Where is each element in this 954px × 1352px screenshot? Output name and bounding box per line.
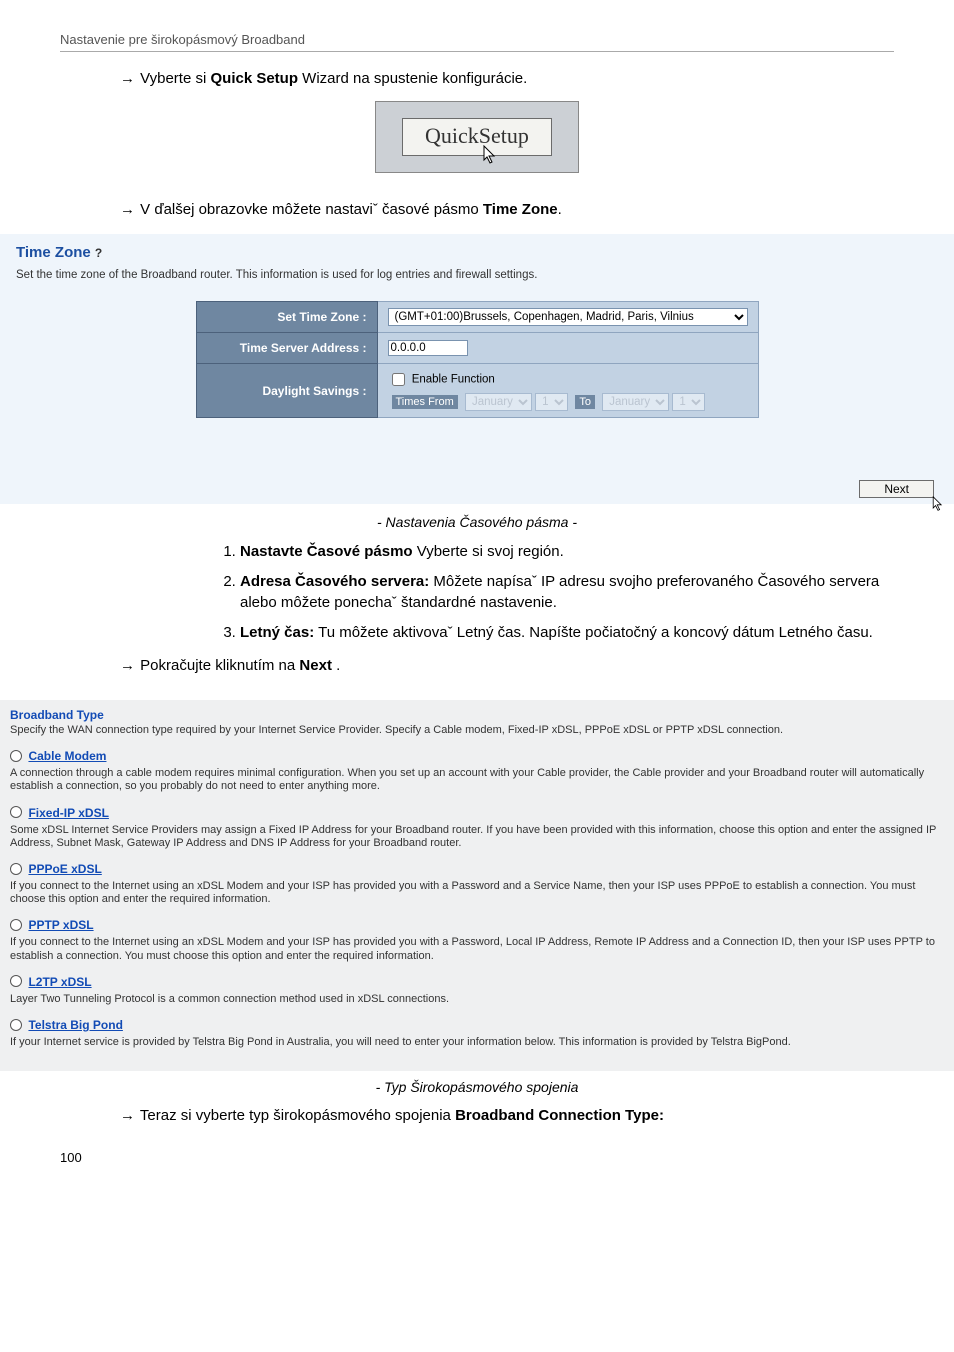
option-l2tp-xdsl: L2TP xDSL bbox=[10, 973, 944, 991]
option-link[interactable]: Fixed-IP xDSL bbox=[28, 806, 108, 820]
time-server-input[interactable] bbox=[388, 340, 468, 356]
enable-label: Enable Function bbox=[412, 374, 495, 386]
quicksetup-panel: QuickSetup bbox=[375, 101, 579, 173]
option-link[interactable]: Telstra Big Pond bbox=[28, 1018, 122, 1032]
option-pptp-xdsl: PPTP xDSL bbox=[10, 916, 944, 934]
list-item: Adresa Časového servera: Môžete napísaˇ … bbox=[240, 572, 894, 613]
instruction-line-2: → V ďalšej obrazovke môžete nastaviˇ čas… bbox=[120, 201, 894, 218]
doc-header: Nastavenie pre širokopásmový Broadband bbox=[60, 32, 894, 52]
list-item: Nastavte Časové pásmo Vyberte si svoj re… bbox=[240, 542, 894, 562]
instruction-line-4: → Teraz si vyberte typ širokopásmového s… bbox=[120, 1107, 894, 1124]
from-day-select[interactable]: 1 bbox=[535, 393, 568, 411]
text-bold: Quick Setup bbox=[210, 70, 298, 87]
text: Time Zone bbox=[16, 244, 95, 261]
timezone-subtitle: Set the time zone of the Broadband route… bbox=[16, 269, 938, 281]
radio-icon[interactable] bbox=[10, 750, 22, 762]
option-desc: Some xDSL Internet Service Providers may… bbox=[10, 824, 944, 850]
option-pppoe-xdsl: PPPoE xDSL bbox=[10, 860, 944, 878]
from-month-select[interactable]: January bbox=[465, 393, 532, 411]
broadband-caption: - Typ Širokopásmového spojenia bbox=[60, 1079, 894, 1095]
item-lead: Letný čas: bbox=[240, 624, 314, 641]
timezone-table: Set Time Zone : (GMT+01:00)Brussels, Cop… bbox=[196, 301, 759, 418]
text: . bbox=[558, 201, 562, 218]
radio-icon[interactable] bbox=[10, 863, 22, 875]
option-cable-modem: Cable Modem bbox=[10, 747, 944, 765]
set-timezone-select[interactable]: (GMT+01:00)Brussels, Copenhagen, Madrid,… bbox=[388, 308, 748, 326]
option-fixed-ip-xdsl: Fixed-IP xDSL bbox=[10, 804, 944, 822]
arrow-icon: → bbox=[120, 201, 136, 218]
option-link[interactable]: L2TP xDSL bbox=[28, 975, 91, 989]
item-rest: Vyberte si svoj región. bbox=[413, 543, 564, 560]
enable-daylight-checkbox[interactable] bbox=[392, 373, 405, 386]
text-bold: Time Zone bbox=[483, 201, 558, 218]
text: Teraz si vyberte typ širokopásmového spo… bbox=[140, 1107, 455, 1124]
arrow-icon: → bbox=[120, 657, 136, 674]
option-desc: If you connect to the Internet using an … bbox=[10, 880, 944, 906]
option-telstra-bigpond: Telstra Big Pond bbox=[10, 1016, 944, 1034]
quicksetup-button[interactable]: QuickSetup bbox=[402, 118, 552, 156]
next-button[interactable]: Next bbox=[859, 480, 934, 498]
option-link[interactable]: PPTP xDSL bbox=[28, 918, 93, 932]
option-desc: Layer Two Tunneling Protocol is a common… bbox=[10, 993, 944, 1006]
numbered-list: Nastavte Časové pásmo Vyberte si svoj re… bbox=[220, 542, 894, 643]
radio-icon[interactable] bbox=[10, 919, 22, 931]
to-month-select[interactable]: January bbox=[602, 393, 669, 411]
text-bold: Next bbox=[299, 657, 332, 674]
set-timezone-label: Set Time Zone : bbox=[196, 302, 377, 333]
text: . bbox=[332, 657, 340, 674]
arrow-icon: → bbox=[120, 70, 136, 87]
cursor-icon bbox=[483, 145, 497, 165]
quicksetup-label: QuickSetup bbox=[425, 123, 529, 148]
option-desc: If your Internet service is provided by … bbox=[10, 1036, 944, 1049]
option-desc: A connection through a cable modem requi… bbox=[10, 767, 944, 793]
broadband-heading: Broadband Type bbox=[10, 708, 944, 722]
timezone-panel: Time Zone ? Set the time zone of the Bro… bbox=[0, 234, 954, 504]
instruction-line-3: → Pokračujte kliknutím na Next . bbox=[120, 657, 894, 674]
text: Pokračujte kliknutím na bbox=[140, 657, 299, 674]
broadband-heading-desc: Specify the WAN connection type required… bbox=[10, 724, 944, 737]
arrow-icon: → bbox=[120, 1107, 136, 1124]
time-server-label: Time Server Address : bbox=[196, 333, 377, 364]
list-item: Letný čas: Tu môžete aktivovaˇ Letný čas… bbox=[240, 623, 894, 643]
cursor-icon bbox=[932, 496, 944, 512]
to-label: To bbox=[575, 395, 595, 409]
text: V ďalšej obrazovke môžete nastaviˇ časov… bbox=[140, 201, 483, 218]
radio-icon[interactable] bbox=[10, 975, 22, 987]
text-bold: Broadband Connection Type: bbox=[455, 1107, 664, 1124]
daylight-label: Daylight Savings : bbox=[196, 364, 377, 418]
timezone-caption: - Nastavenia Časového pásma - bbox=[60, 514, 894, 530]
radio-icon[interactable] bbox=[10, 806, 22, 818]
to-day-select[interactable]: 1 bbox=[672, 393, 705, 411]
option-desc: If you connect to the Internet using an … bbox=[10, 936, 944, 962]
instruction-line-1: → Vyberte si Quick Setup Wizard na spust… bbox=[120, 70, 894, 87]
text: Vyberte si bbox=[140, 70, 210, 87]
item-lead: Nastavte Časové pásmo bbox=[240, 543, 413, 560]
help-icon[interactable]: ? bbox=[95, 246, 103, 260]
item-rest: Tu môžete aktivovaˇ Letný čas. Napíšte p… bbox=[314, 624, 873, 641]
radio-icon[interactable] bbox=[10, 1019, 22, 1031]
page-number: 100 bbox=[60, 1150, 894, 1165]
item-lead: Adresa Časového servera: bbox=[240, 573, 429, 590]
text: Wizard na spustenie konfigurácie. bbox=[298, 70, 527, 87]
broadband-panel: Broadband Type Specify the WAN connectio… bbox=[0, 700, 954, 1071]
timezone-title: Time Zone ? bbox=[16, 244, 938, 261]
times-from-label: Times From bbox=[392, 395, 458, 409]
option-link[interactable]: Cable Modem bbox=[28, 749, 106, 763]
option-link[interactable]: PPPoE xDSL bbox=[28, 862, 101, 876]
